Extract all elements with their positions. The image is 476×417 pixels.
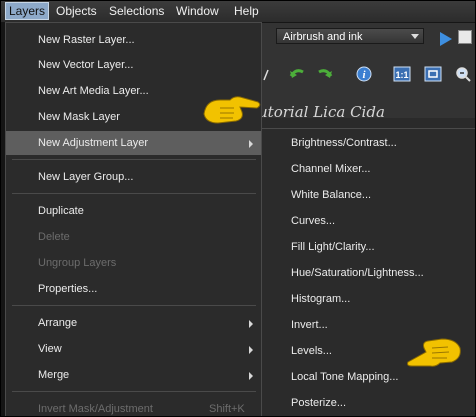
menu-item-merge[interactable]: Merge — [6, 363, 261, 387]
rotate-right-icon[interactable] — [316, 66, 333, 82]
app-window: Airbrush and ink i 1:1 Tutorial Lica Cid… — [0, 0, 476, 417]
menu-item-label: View — [38, 343, 62, 355]
fit-window-icon[interactable] — [424, 66, 442, 82]
chevron-down-icon[interactable] — [411, 34, 419, 39]
submenu-arrow-icon — [249, 346, 253, 354]
menu-item-view[interactable]: View — [6, 337, 261, 361]
submenu-item-channel-mixer[interactable]: Channel Mixer... — [262, 156, 475, 182]
submenu-item-posterize[interactable]: Posterize... — [262, 390, 475, 416]
preset-dropdown[interactable]: Airbrush and ink — [276, 28, 424, 44]
menu-bar: Layers Objects Selections Window Help — [0, 0, 476, 23]
pointing-hand-icon — [203, 96, 261, 124]
submenu-item-curves[interactable]: Curves... — [262, 208, 475, 234]
menu-separator — [12, 193, 256, 194]
menu-help[interactable]: Help — [231, 3, 262, 19]
info-icon[interactable]: i — [356, 66, 372, 82]
pointing-hand-icon — [407, 338, 461, 367]
submenu-arrow-icon — [249, 372, 253, 380]
menu-item-new-layer-group[interactable]: New Layer Group... — [6, 165, 261, 189]
menu-item-arrange[interactable]: Arrange — [6, 311, 261, 335]
submenu-item-fill-light-clarity[interactable]: Fill Light/Clarity... — [262, 234, 475, 260]
submenu-item-white-balance[interactable]: White Balance... — [262, 182, 475, 208]
play-icon[interactable] — [440, 32, 452, 46]
menu-item-label: Arrange — [38, 317, 78, 329]
menu-separator — [12, 391, 256, 392]
shortcut-label: Shift+K — [209, 403, 245, 415]
rotate-left-icon[interactable] — [288, 66, 304, 82]
menu-item-ungroup-layers: Ungroup Layers — [38, 257, 117, 269]
menu-window[interactable]: Window — [173, 3, 222, 19]
menu-item-new-raster-layer[interactable]: New Raster Layer... — [6, 28, 261, 52]
menu-objects[interactable]: Objects — [53, 3, 100, 19]
menu-item-new-vector-layer[interactable]: New Vector Layer... — [6, 53, 261, 77]
menu-separator — [12, 305, 256, 306]
menu-item-delete: Delete — [38, 231, 70, 243]
submenu-arrow-icon — [249, 140, 253, 148]
submenu-item-hue-saturation-lightness[interactable]: Hue/Saturation/Lightness... — [262, 260, 475, 286]
menu-item-label: Merge — [38, 369, 70, 381]
menu-separator — [12, 159, 256, 160]
submenu-item-invert[interactable]: Invert... — [262, 312, 475, 338]
menu-item-invert-mask-adjustment: Invert Mask/Adjustment Shift+K — [6, 397, 261, 417]
menu-item-label: Invert Mask/Adjustment — [38, 403, 153, 415]
actual-size-icon[interactable]: 1:1 — [393, 66, 411, 82]
menu-item-new-adjustment-layer[interactable]: New Adjustment Layer — [6, 131, 261, 155]
layers-menu: New Raster Layer... New Vector Layer... … — [5, 22, 262, 417]
submenu-item-histogram[interactable]: Histogram... — [262, 286, 475, 312]
menu-layers[interactable]: Layers — [5, 2, 50, 20]
menu-item-duplicate[interactable]: Duplicate — [6, 199, 261, 223]
zoom-icon[interactable] — [454, 66, 471, 82]
preset-dropdown-value: Airbrush and ink — [283, 31, 363, 43]
watermark-text: Tutorial Lica Cida — [248, 103, 385, 121]
menu-selections[interactable]: Selections — [106, 3, 167, 19]
menu-item-properties[interactable]: Properties... — [6, 277, 261, 301]
toolbar-extra-icon[interactable] — [458, 30, 472, 44]
submenu-arrow-icon — [249, 320, 253, 328]
svg-text:1:1: 1:1 — [395, 70, 408, 80]
adjustment-layer-submenu: Brightness/Contrast... Channel Mixer... … — [261, 128, 476, 417]
submenu-item-brightness-contrast[interactable]: Brightness/Contrast... — [262, 130, 475, 156]
arrow-icon[interactable] — [263, 66, 269, 82]
menu-item-label: New Adjustment Layer — [38, 137, 149, 149]
